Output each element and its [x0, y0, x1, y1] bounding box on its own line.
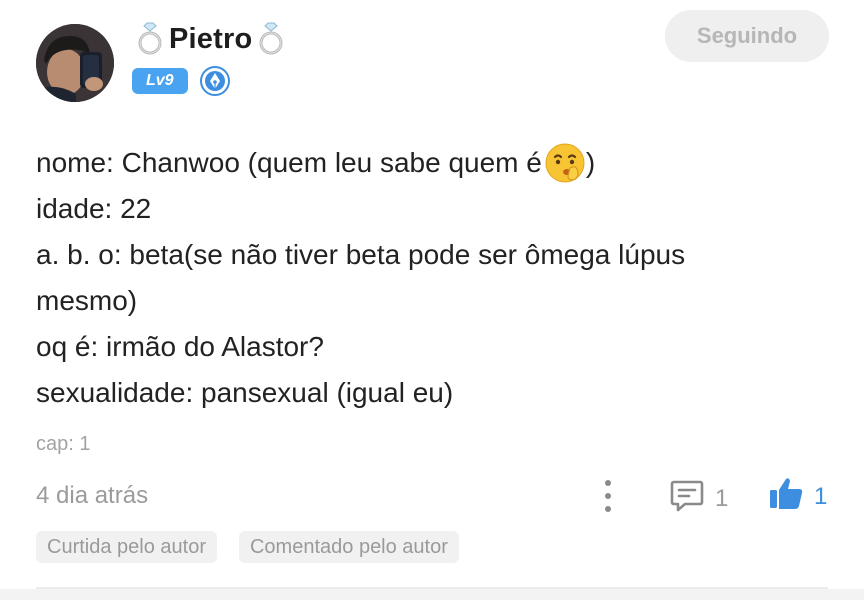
like-count: 1	[814, 482, 828, 510]
ring-icon	[256, 22, 286, 56]
shushing-face-emoji-icon	[544, 142, 586, 184]
liked-by-author-tag: Curtida pelo autor	[36, 531, 217, 563]
post-body: nome: Chanwoo (quem leu sabe quem é ) id…	[36, 140, 826, 416]
more-options-button[interactable]	[596, 478, 620, 514]
post-line: idade: 22	[36, 193, 152, 224]
post-line: a. b. o: beta(se não tiver beta pode ser…	[36, 239, 686, 270]
level-badge[interactable]: Lv9	[132, 68, 188, 94]
commented-by-author-tag: Comentado pelo autor	[238, 531, 459, 563]
post-timestamp: 4 dia atrás	[36, 482, 149, 509]
post-line: nome: Chanwoo (quem leu sabe quem é )	[36, 140, 826, 186]
author-avatar[interactable]	[36, 24, 114, 102]
vertical-dots-icon	[605, 506, 611, 512]
post-line: sexualidade: pansexual (igual eu)	[36, 377, 454, 408]
next-item-strip	[0, 589, 864, 600]
post-line-close: )	[585, 147, 596, 178]
author-badges: Lv9	[132, 66, 230, 96]
post-caption: cap: 1	[36, 433, 91, 455]
following-button[interactable]: Seguindo	[665, 10, 829, 62]
fountain-pen-badge-icon[interactable]	[199, 66, 230, 96]
thumbs-up-icon	[768, 476, 804, 517]
post-line: oq é: irmão do Alastor?	[36, 331, 324, 362]
comment-button[interactable]: 1	[669, 478, 728, 519]
author-interaction-tags: Curtida pelo autor Comentado pelo autor	[36, 531, 459, 563]
comment-icon	[669, 478, 705, 519]
ring-icon	[135, 22, 165, 56]
comment-count: 1	[715, 484, 729, 512]
vertical-dots-icon	[605, 480, 611, 486]
avatar-photo	[36, 24, 114, 102]
author-name-row[interactable]: Pietro	[135, 20, 286, 58]
like-button[interactable]: 1	[768, 476, 827, 517]
vertical-dots-icon	[605, 493, 611, 499]
author-name: Pietro	[169, 22, 253, 55]
post-line: mesmo)	[36, 285, 138, 316]
post-line-text: nome: Chanwoo (quem leu sabe quem é	[36, 147, 542, 178]
